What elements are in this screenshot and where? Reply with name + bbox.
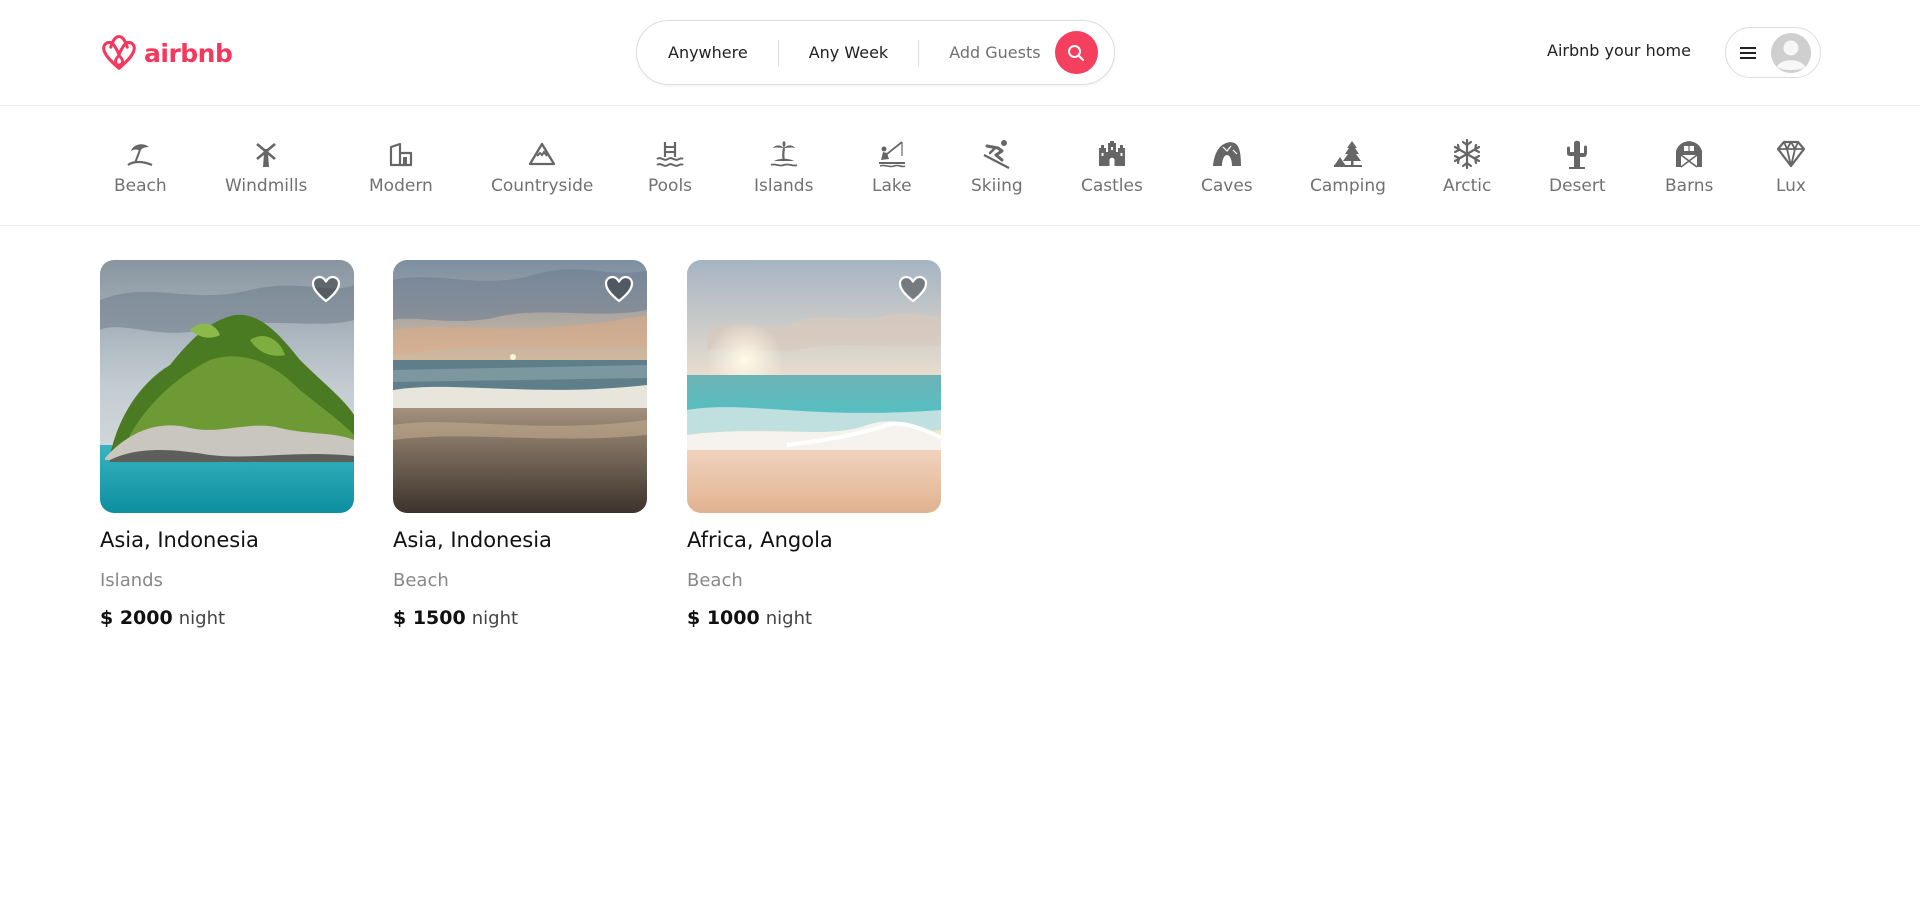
category-label: Arctic: [1443, 176, 1492, 196]
price-amount: $ 1000: [687, 607, 760, 629]
category-caves[interactable]: Caves: [1201, 137, 1253, 196]
island-rock-photo[interactable]: [100, 260, 354, 513]
listing-card[interactable]: Africa, Angola Beach $ 1000 night: [687, 260, 941, 629]
price-amount: $ 2000: [100, 607, 173, 629]
palm-island-icon: [767, 137, 801, 171]
listing-card[interactable]: Asia, Indonesia Beach $ 1500 night: [393, 260, 647, 629]
listing-price: $ 2000 night: [100, 607, 354, 629]
price-unit: night: [765, 608, 813, 629]
category-lake[interactable]: Lake: [872, 137, 912, 196]
airbnb-logo[interactable]: airbnb: [100, 33, 233, 73]
category-label: Islands: [754, 176, 814, 196]
fishing-lake-icon: [875, 137, 909, 171]
category-pools[interactable]: Pools: [648, 137, 692, 196]
sunset-beach-photo[interactable]: [393, 260, 647, 513]
category-label: Modern: [369, 176, 433, 196]
category-lux[interactable]: Lux: [1774, 137, 1808, 196]
category-label: Beach: [114, 176, 167, 196]
price-amount: $ 1500: [393, 607, 466, 629]
category-label: Skiing: [971, 176, 1023, 196]
heart-icon[interactable]: [311, 275, 341, 303]
category-modern[interactable]: Modern: [369, 137, 433, 196]
barn-icon: [1672, 137, 1706, 171]
modern-house-icon: [384, 137, 418, 171]
listing-category: Beach: [687, 570, 743, 591]
category-skiing[interactable]: Skiing: [971, 137, 1023, 196]
airbnb-logo-icon: [102, 34, 136, 70]
category-label: Lux: [1775, 176, 1806, 196]
category-label: Desert: [1549, 176, 1606, 196]
top-navbar: airbnb Anywhere Any Week Add Guests Airb…: [0, 0, 1920, 106]
price-unit: night: [471, 608, 519, 629]
listing-price: $ 1000 night: [687, 607, 941, 629]
logo-text: airbnb: [144, 38, 233, 68]
category-arctic[interactable]: Arctic: [1443, 137, 1491, 196]
hamburger-menu-icon: [1740, 46, 1756, 59]
search-bar[interactable]: Anywhere Any Week Add Guests: [636, 20, 1115, 85]
category-label: Castles: [1081, 176, 1143, 196]
tropical-beach-photo[interactable]: [687, 260, 941, 513]
user-placeholder-icon: [1771, 32, 1811, 73]
category-castles[interactable]: Castles: [1081, 137, 1143, 196]
search-icon: [1068, 44, 1085, 61]
category-countryside[interactable]: Countryside: [491, 137, 593, 196]
search-any-week[interactable]: Any Week: [779, 43, 918, 62]
category-label: Barns: [1665, 176, 1714, 196]
heart-icon[interactable]: [898, 275, 928, 303]
avatar: [1771, 32, 1811, 73]
windmill-icon: [249, 137, 283, 171]
heart-icon[interactable]: [604, 275, 634, 303]
listing-location: Africa, Angola: [687, 528, 833, 552]
listing-category: Beach: [393, 570, 449, 591]
category-label: Lake: [872, 176, 912, 196]
listing-card[interactable]: Asia, Indonesia Islands $ 2000 night: [100, 260, 354, 629]
beach-umbrella-icon: [123, 137, 157, 171]
category-barns[interactable]: Barns: [1665, 137, 1713, 196]
category-islands[interactable]: Islands: [754, 137, 813, 196]
diamond-icon: [1774, 137, 1808, 171]
category-windmills[interactable]: Windmills: [225, 137, 307, 196]
category-camping[interactable]: Camping: [1310, 137, 1386, 196]
category-label: Caves: [1201, 176, 1253, 196]
listing-location: Asia, Indonesia: [100, 528, 259, 552]
category-label: Windmills: [225, 176, 308, 196]
mountain-icon: [525, 137, 559, 171]
category-label: Countryside: [491, 176, 594, 196]
listing-category: Islands: [100, 570, 163, 591]
pool-ladder-icon: [653, 137, 687, 171]
category-beach[interactable]: Beach: [114, 137, 167, 196]
airbnb-your-home-link[interactable]: Airbnb your home: [1547, 41, 1691, 60]
search-anywhere[interactable]: Anywhere: [637, 43, 778, 62]
snowflake-icon: [1450, 137, 1484, 171]
castle-icon: [1095, 137, 1129, 171]
cave-icon: [1210, 137, 1244, 171]
category-desert[interactable]: Desert: [1549, 137, 1606, 196]
cactus-icon: [1560, 137, 1594, 171]
search-add-guests[interactable]: Add Guests: [919, 43, 1054, 62]
listing-price: $ 1500 night: [393, 607, 647, 629]
category-label: Camping: [1310, 176, 1386, 196]
price-unit: night: [178, 608, 226, 629]
skier-icon: [980, 137, 1014, 171]
camping-tree-icon: [1331, 137, 1365, 171]
category-bar: Beach Windmills Modern Countryside Pools…: [0, 107, 1920, 226]
user-menu-button[interactable]: [1725, 27, 1821, 78]
search-button[interactable]: [1054, 31, 1098, 74]
category-label: Pools: [648, 176, 693, 196]
listing-location: Asia, Indonesia: [393, 528, 552, 552]
